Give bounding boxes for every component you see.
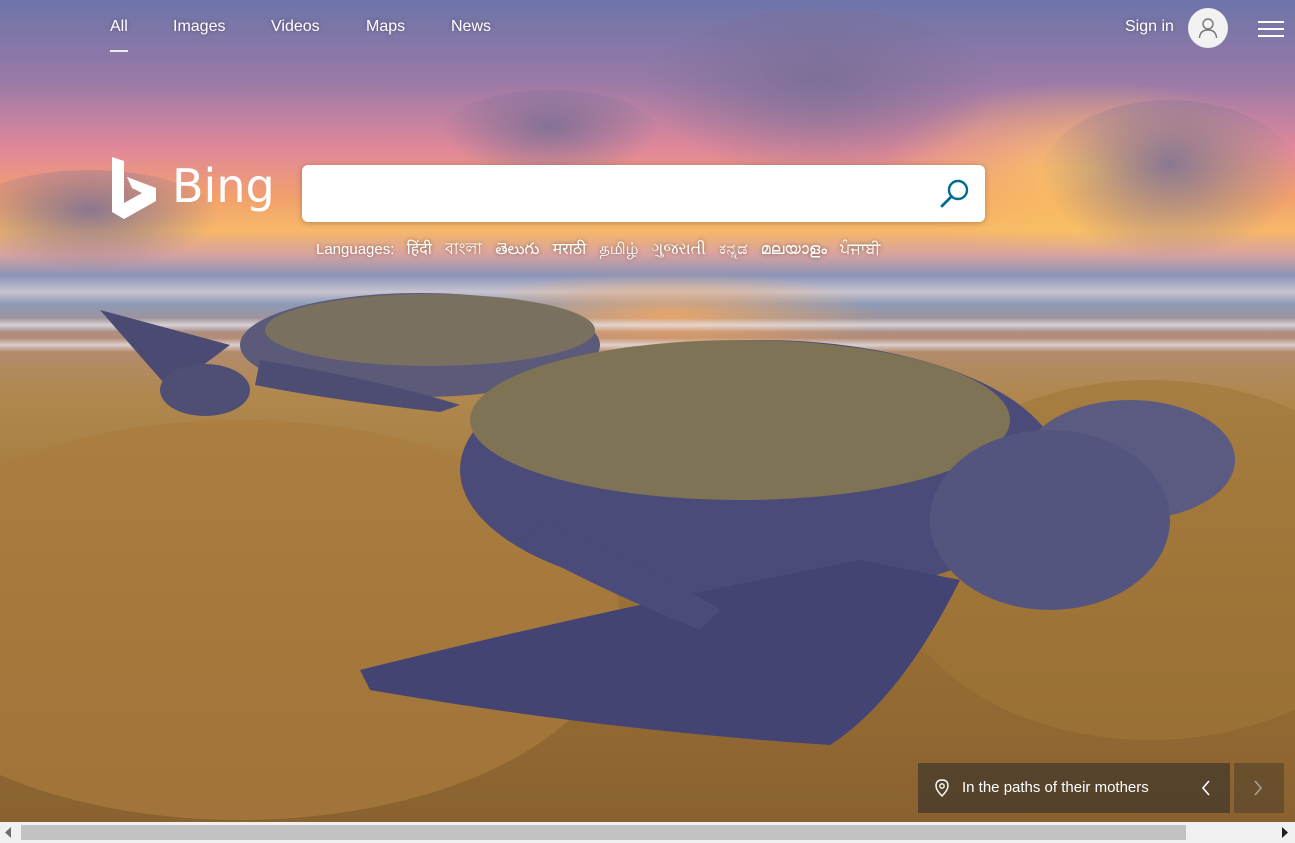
tab-images[interactable]: Images [173, 18, 225, 36]
language-link-gujarati[interactable]: ગુજરાતી [652, 241, 706, 258]
language-link-hindi[interactable]: हिंदी [407, 241, 432, 258]
bing-homepage: All Images Videos Maps News Sign in Bing [0, 0, 1295, 843]
logo-text: Bing [172, 159, 275, 213]
language-link-telugu[interactable]: తెలుగు [495, 241, 539, 258]
avatar-button[interactable] [1188, 8, 1228, 48]
user-icon [1198, 18, 1218, 39]
horizontal-scrollbar[interactable] [0, 822, 1295, 843]
language-link-malayalam[interactable]: മലയാളം [761, 241, 827, 258]
scrollbar-thumb[interactable] [21, 825, 1186, 840]
language-link-marathi[interactable]: मराठी [553, 241, 587, 258]
turtles-illustration [0, 293, 1295, 820]
hamburger-icon[interactable] [1258, 19, 1284, 39]
chevron-right-icon [1254, 780, 1263, 796]
search-box [302, 165, 985, 222]
bing-b-icon [112, 157, 156, 219]
scroll-right-arrow-icon[interactable] [1281, 827, 1289, 838]
tab-all[interactable]: All [110, 18, 128, 52]
language-link-bengali[interactable]: বাংলা [445, 241, 482, 258]
tab-news[interactable]: News [451, 18, 491, 36]
scroll-left-arrow-icon[interactable] [4, 827, 12, 838]
languages-label: Languages: [316, 241, 395, 258]
search-icon [940, 179, 969, 208]
caption-title: In the paths of their mothers [962, 779, 1149, 796]
languages-bar: Languages: हिंदी বাংলা తెలుగు मराठी தமிழ… [316, 236, 889, 258]
language-link-tamil[interactable]: தமிழ் [599, 241, 638, 258]
location-pin-icon [935, 779, 949, 797]
tab-maps[interactable]: Maps [366, 18, 405, 36]
language-link-kannada[interactable]: ಕನ್ನಡ [719, 241, 747, 258]
search-input[interactable] [318, 179, 922, 209]
search-button[interactable] [935, 175, 975, 213]
next-image-button[interactable] [1234, 763, 1284, 813]
tab-videos[interactable]: Videos [271, 18, 320, 36]
chevron-left-icon[interactable] [1200, 779, 1212, 797]
image-caption-panel[interactable]: In the paths of their mothers [918, 763, 1230, 813]
language-link-punjabi[interactable]: ਪੰਜਾਬੀ [840, 241, 880, 258]
top-navigation: All Images Videos Maps News Sign in [0, 0, 1295, 56]
sign-in-link[interactable]: Sign in [1125, 18, 1174, 36]
bing-logo[interactable]: Bing [110, 157, 280, 222]
